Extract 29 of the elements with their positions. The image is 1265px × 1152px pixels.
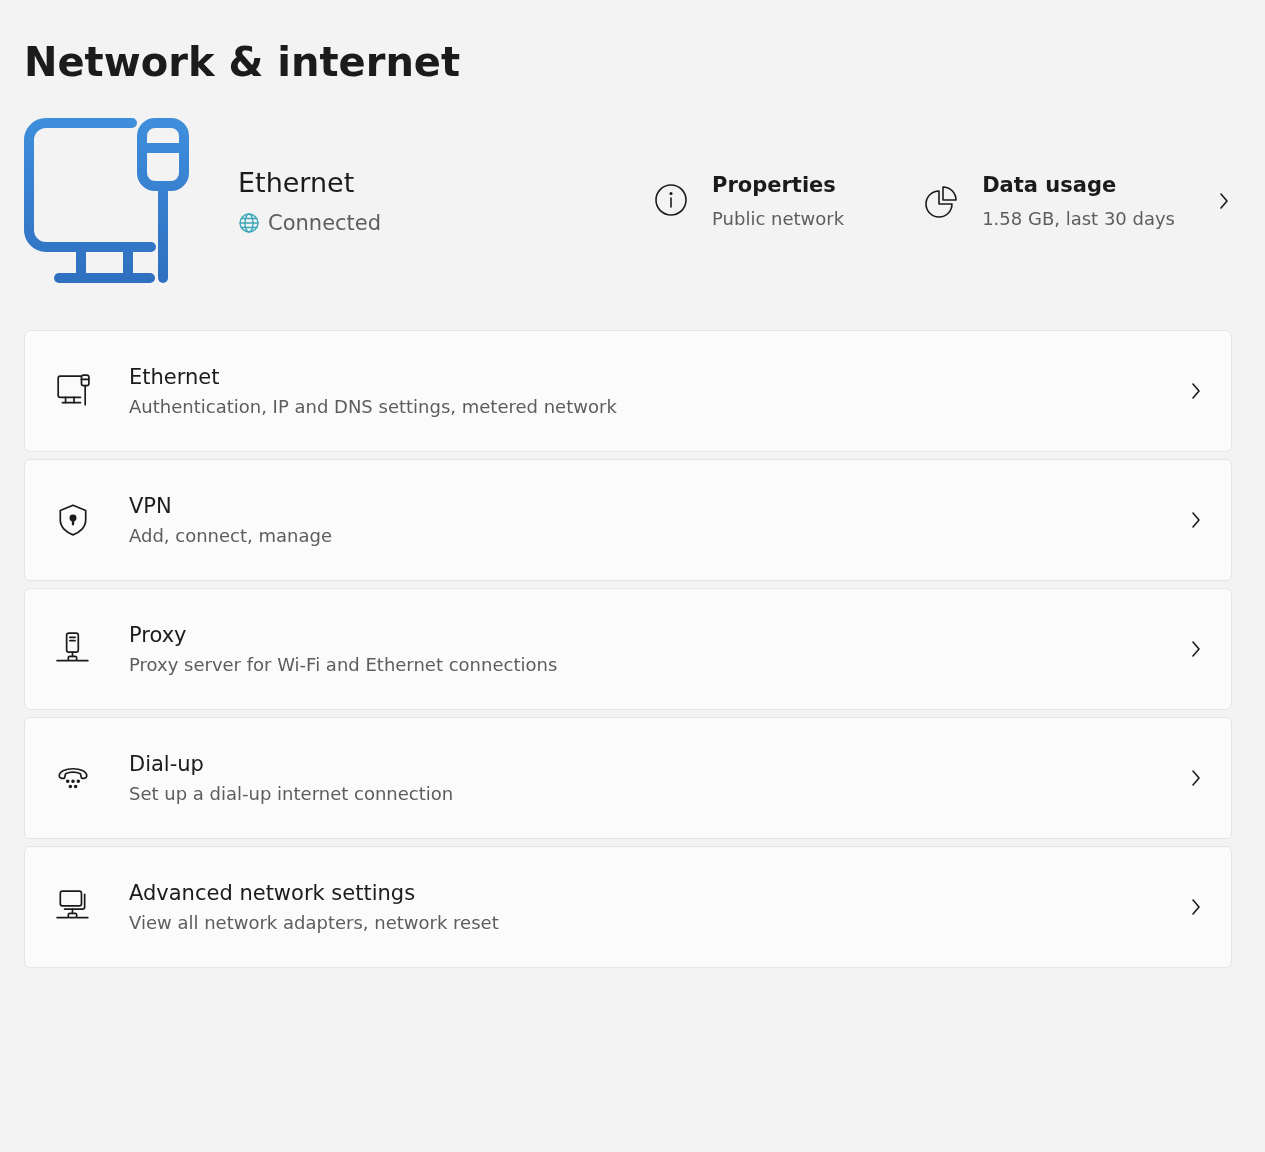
chevron-right-icon xyxy=(1189,639,1203,659)
setting-subtitle: Authentication, IP and DNS settings, metered network xyxy=(129,395,618,420)
setting-subtitle: View all network adapters, network reset xyxy=(129,911,500,936)
link-subtitle: 1.58 GB, last 30 days xyxy=(982,207,1175,232)
settings-row[interactable]: Proxy Proxy server for Wi-Fi and Ethernet connections xyxy=(24,588,1232,710)
setting-title: VPN xyxy=(129,492,173,520)
chevron-right-icon xyxy=(1189,510,1203,530)
chevron-right-icon xyxy=(1189,381,1203,401)
connection-name: Ethernet xyxy=(238,166,356,200)
desktop-ethernet-icon xyxy=(24,118,190,284)
chevron-right-icon xyxy=(1217,191,1231,211)
link-title[interactable]: Properties xyxy=(712,169,845,202)
settings-row[interactable]: Dial-up Set up a dial-up internet connection xyxy=(24,717,1232,839)
setting-subtitle: Add, connect, manage xyxy=(129,524,333,549)
setting-title: Proxy xyxy=(129,621,188,649)
settings-row[interactable]: Advanced network settings View all network adapters, network reset xyxy=(24,846,1232,968)
setting-title: Ethernet xyxy=(129,363,221,391)
setting-subtitle: Set up a dial-up internet connection xyxy=(129,782,455,807)
setting-title: Dial-up xyxy=(129,750,205,778)
chevron-right-icon xyxy=(1189,768,1203,788)
page-title: Network & internet xyxy=(24,40,462,84)
settings-row[interactable]: VPN Add, connect, manage xyxy=(24,459,1232,581)
settings-row[interactable]: Ethernet Authentication, IP and DNS settings, metered network xyxy=(24,330,1232,452)
link-subtitle: Public network xyxy=(712,207,845,232)
setting-title: Advanced network settings xyxy=(129,879,417,907)
chevron-right-icon xyxy=(1189,897,1203,917)
setting-subtitle: Proxy server for Wi-Fi and Ethernet connections xyxy=(129,653,559,678)
connection-status: Connected xyxy=(268,209,382,237)
link-title[interactable]: Data usage xyxy=(982,169,1175,202)
